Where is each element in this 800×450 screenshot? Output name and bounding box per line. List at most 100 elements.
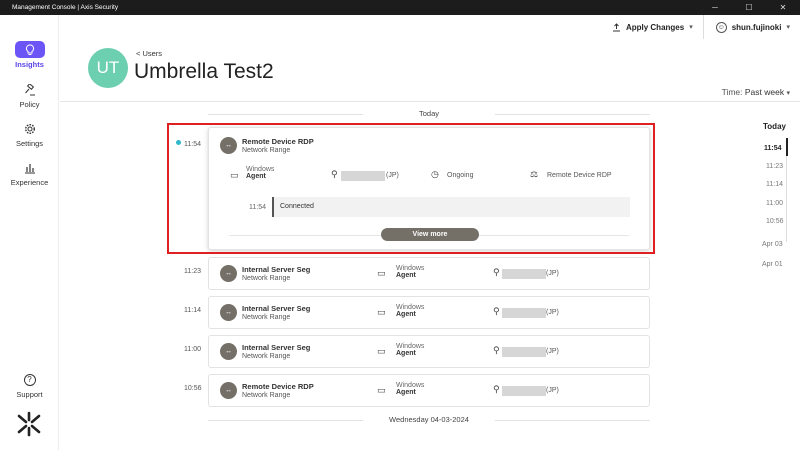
session-resource-type: Network Range	[242, 314, 291, 321]
log-time: 11:54	[249, 204, 266, 211]
session-resource-name: Remote Device RDP	[242, 382, 314, 391]
session-resource-type: Network Range	[242, 275, 291, 282]
ongoing-dot	[176, 140, 181, 145]
monitor-icon: ▭	[377, 346, 386, 356]
session-time: 11:14	[184, 307, 201, 314]
time-filter-value: Past week	[744, 87, 785, 97]
network-arrows-icon: ↔	[220, 382, 237, 399]
session-os: Windows Agent	[396, 382, 425, 396]
sidebar-item-insights[interactable]: Insights	[0, 41, 59, 69]
session-card[interactable]: ↔ Internal Server Seg Network Range ▭ Window…	[208, 296, 650, 329]
redacted-ip	[502, 386, 546, 396]
upload-icon	[612, 22, 620, 31]
sidebar-item-label: Settings	[15, 139, 44, 148]
maximize-button[interactable]: ☐	[732, 0, 766, 15]
time-nav-item[interactable]: 11:00	[766, 200, 783, 207]
network-arrows-icon: ↔	[220, 137, 237, 154]
location-pin-icon: ⚲	[331, 169, 338, 179]
session-country: (JP)	[546, 387, 559, 394]
session-time: 10:56	[184, 385, 202, 392]
user-icon: ☺	[715, 21, 727, 33]
session-resource-type: Network Range	[242, 392, 291, 399]
lightbulb-icon	[14, 41, 45, 58]
sidebar-item-label: Experience	[10, 178, 49, 187]
gavel-icon	[15, 81, 45, 98]
monitor-icon: ▭	[377, 307, 386, 317]
avatar: UT	[88, 48, 128, 88]
sidebar-item-support[interactable]: ? Support	[0, 371, 59, 399]
divider	[60, 101, 800, 102]
redacted-ip	[341, 171, 385, 181]
bar-chart-icon	[15, 159, 45, 176]
gear-icon	[15, 120, 45, 137]
sidebar-item-experience[interactable]: Experience	[0, 159, 59, 187]
monitor-icon: ▭	[230, 170, 239, 180]
session-time: 11:54	[176, 140, 201, 148]
session-status: Ongoing	[447, 172, 474, 179]
apply-changes-label: Apply Changes	[625, 22, 685, 32]
session-os: Windows Agent	[396, 304, 425, 318]
window-titlebar: Management Console | Axis Security ─ ☐ ✕	[0, 0, 800, 15]
time-nav-item[interactable]: 10:56	[766, 218, 784, 225]
session-resource-name: Internal Server Seg	[242, 304, 311, 313]
sidebar-item-policy[interactable]: Policy	[0, 81, 59, 109]
monitor-icon: ▭	[377, 385, 386, 395]
session-card[interactable]: ↔ Internal Server Seg Network Range ▭ Window…	[208, 335, 650, 368]
session-country: (JP)	[546, 348, 559, 355]
time-nav-indicator	[786, 138, 788, 156]
session-time: 11:23	[184, 268, 201, 275]
minimize-button[interactable]: ─	[698, 0, 732, 15]
time-nav-heading: Today	[763, 122, 786, 131]
time-nav-item[interactable]: 11:23	[766, 163, 783, 170]
session-policy-resource: Remote Device RDP	[547, 172, 612, 179]
session-card-expanded[interactable]: ↔ Remote Device RDP Network Range ▭ Wind…	[208, 127, 650, 250]
location-pin-icon: ⚲	[493, 384, 500, 394]
user-menu[interactable]: ☺ shun.fujinoki ▾	[704, 21, 800, 33]
help-icon: ?	[15, 371, 45, 388]
location-pin-icon: ⚲	[493, 267, 500, 277]
session-country: (JP)	[386, 172, 399, 179]
view-more-button[interactable]: View more	[381, 228, 479, 241]
chevron-down-icon: ▾	[786, 90, 790, 97]
apply-changes-button[interactable]: Apply Changes ▾	[602, 15, 704, 39]
network-arrows-icon: ↔	[220, 343, 237, 360]
time-nav-date[interactable]: Apr 01	[762, 261, 783, 268]
time-nav-item[interactable]: 11:54	[764, 145, 782, 152]
session-os: Windows Agent	[396, 343, 425, 357]
gavel-icon: ⚖	[530, 169, 539, 179]
axis-logo	[17, 411, 41, 437]
redacted-ip	[502, 347, 546, 357]
chevron-down-icon: ▾	[786, 24, 790, 31]
monitor-icon: ▭	[377, 268, 386, 278]
session-os: Windows Agent	[246, 166, 275, 180]
location-pin-icon: ⚲	[493, 306, 500, 316]
session-country: (JP)	[546, 309, 559, 316]
time-filter[interactable]: Time: Past week ▾	[722, 87, 790, 97]
timer-icon: ◷	[431, 169, 439, 179]
location-pin-icon: ⚲	[493, 345, 500, 355]
back-to-users-link[interactable]: < Users	[136, 49, 162, 58]
sidebar-item-label: Support	[16, 390, 43, 399]
session-resource-type: Network Range	[242, 353, 291, 360]
redacted-ip	[502, 308, 546, 318]
close-button[interactable]: ✕	[766, 0, 800, 15]
session-resource-type: Network Range	[242, 147, 291, 154]
network-arrows-icon: ↔	[220, 304, 237, 321]
sidebar-item-settings[interactable]: Settings	[0, 120, 59, 148]
session-card[interactable]: ↔ Internal Server Seg Network Range ▭ Window…	[208, 257, 650, 290]
sidebar-item-label: Policy	[19, 100, 40, 109]
user-name: shun.fujinoki	[731, 22, 782, 32]
log-entry: Connected	[272, 197, 630, 217]
session-os: Windows Agent	[396, 265, 425, 279]
session-resource-name: Internal Server Seg	[242, 265, 311, 274]
day-separator-today: Today	[208, 109, 650, 118]
session-resource-name: Internal Server Seg	[242, 343, 311, 352]
header-actions: Apply Changes ▾ ☺ shun.fujinoki ▾	[602, 15, 800, 39]
day-separator-previous: Wednesday 04-03-2024	[208, 415, 650, 424]
time-nav-date[interactable]: Apr 03	[762, 241, 783, 248]
sidebar: Insights Policy Settings Experience ? Su…	[0, 15, 59, 450]
session-card[interactable]: ↔ Remote Device RDP Network Range ▭ Windows A…	[208, 374, 650, 407]
time-nav-item[interactable]: 11:14	[766, 181, 783, 188]
network-arrows-icon: ↔	[220, 265, 237, 282]
sidebar-item-label: Insights	[15, 60, 44, 69]
